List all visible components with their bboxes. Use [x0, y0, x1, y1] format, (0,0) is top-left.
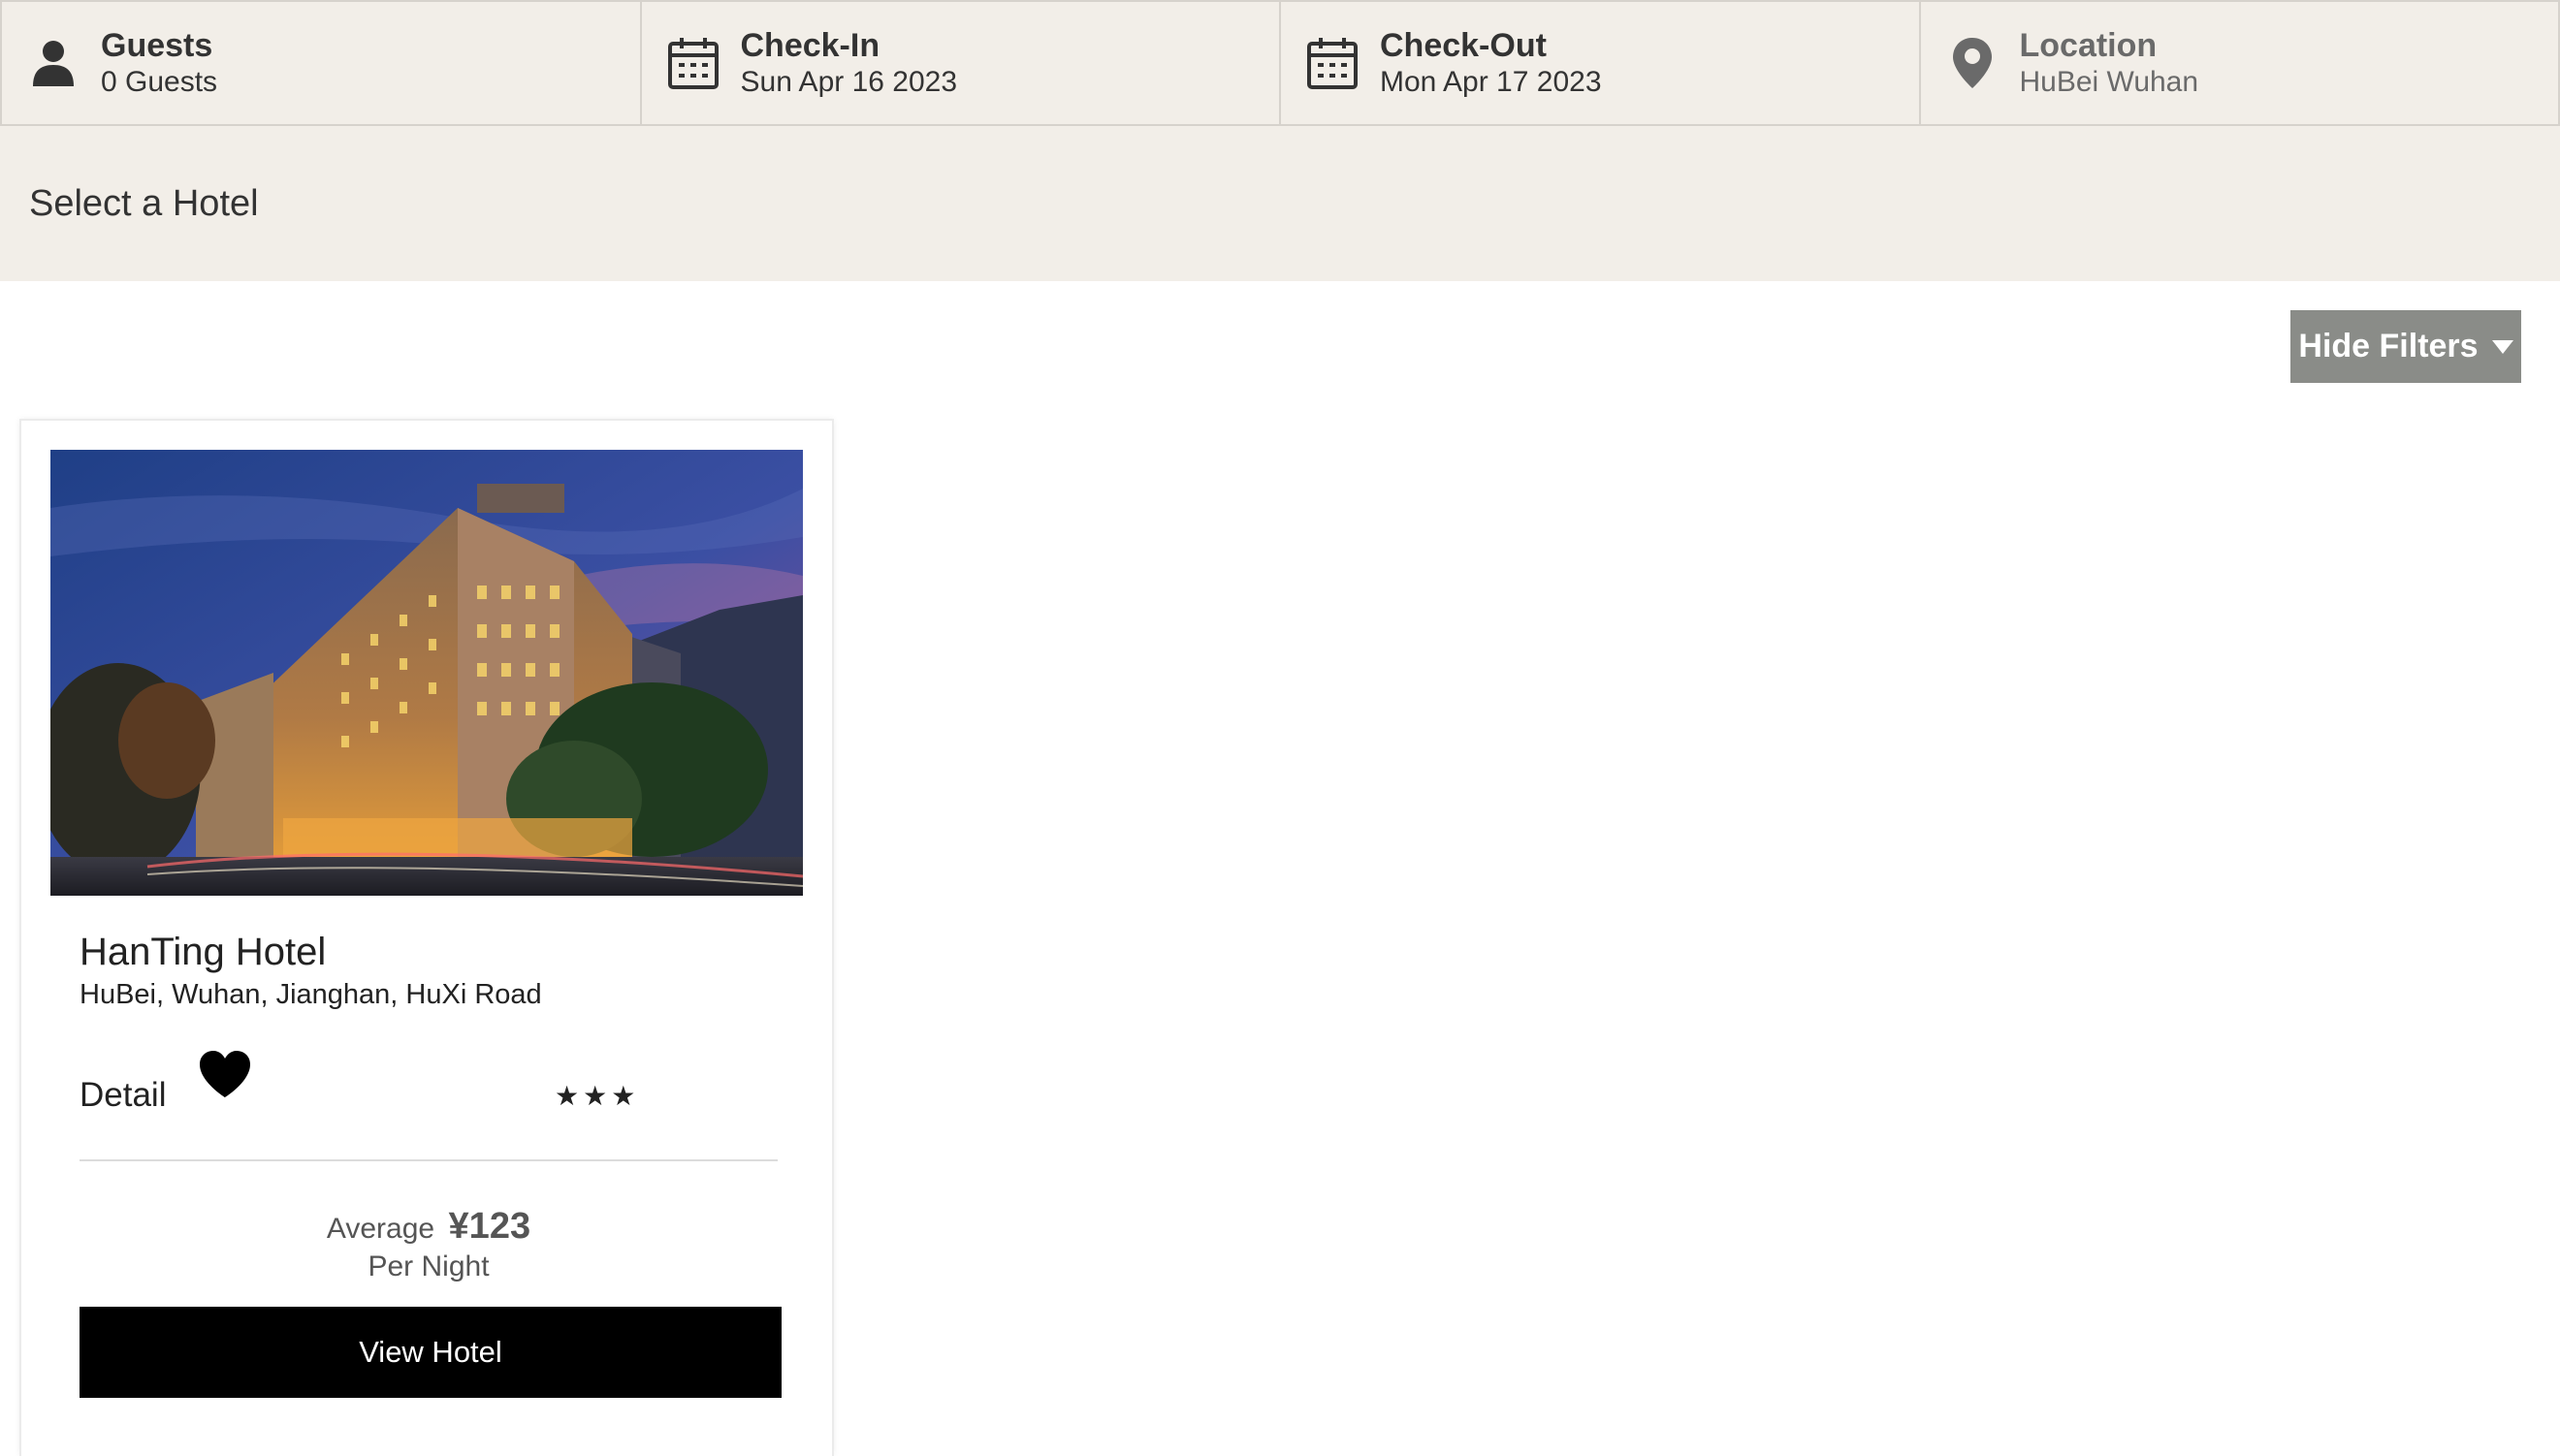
- check-out-label: Check-Out: [1380, 26, 1547, 64]
- star-rating: ★★★: [555, 1081, 640, 1111]
- price-suffix: Per Night: [368, 1250, 490, 1282]
- check-in-value: Sun Apr 16 2023: [740, 66, 958, 99]
- price-prefix: Average: [326, 1213, 435, 1245]
- location-label: Location: [2019, 26, 2158, 64]
- price-amount: ¥123: [448, 1206, 531, 1247]
- hide-filters-label: Hide Filters: [2298, 328, 2479, 364]
- guests-value: 0 Guests: [101, 66, 218, 99]
- map-pin-icon: [1946, 35, 1999, 91]
- location-value: HuBei Wuhan: [2019, 66, 2199, 99]
- divider: [80, 1159, 778, 1161]
- check-in-selector[interactable]: Check-In Sun Apr 16 2023: [639, 0, 1281, 126]
- guests-selector[interactable]: Guests 0 Guests: [0, 0, 642, 126]
- price-line: Average ¥123: [21, 1206, 836, 1248]
- page-title: Select a Hotel: [29, 182, 259, 224]
- check-in-label: Check-In: [740, 26, 880, 64]
- hotel-card: HanTing Hotel HuBei, Wuhan, Jianghan, Hu…: [19, 419, 834, 1456]
- hotel-photo[interactable]: [50, 450, 803, 896]
- check-out-selector[interactable]: Check-Out Mon Apr 17 2023: [1279, 0, 1921, 126]
- heart-icon[interactable]: [198, 1049, 252, 1099]
- view-hotel-button[interactable]: View Hotel: [80, 1307, 782, 1398]
- detail-link[interactable]: Detail: [80, 1076, 166, 1115]
- hide-filters-button[interactable]: Hide Filters: [2290, 310, 2521, 383]
- hotel-address: HuBei, Wuhan, Jianghan, HuXi Road: [80, 979, 542, 1010]
- search-bar: Guests 0 Guests Check-In Sun Apr 16 2023: [0, 0, 2560, 126]
- location-selector[interactable]: Location HuBei Wuhan: [1918, 0, 2560, 126]
- guests-label: Guests: [101, 26, 213, 64]
- calendar-icon: [1306, 35, 1359, 91]
- caret-down-icon: [2491, 339, 2513, 354]
- check-out-value: Mon Apr 17 2023: [1380, 66, 1602, 99]
- person-icon: [27, 35, 80, 91]
- hotel-name: HanTing Hotel: [80, 931, 327, 973]
- page-header: Select a Hotel: [0, 126, 2560, 281]
- calendar-icon: [667, 35, 720, 91]
